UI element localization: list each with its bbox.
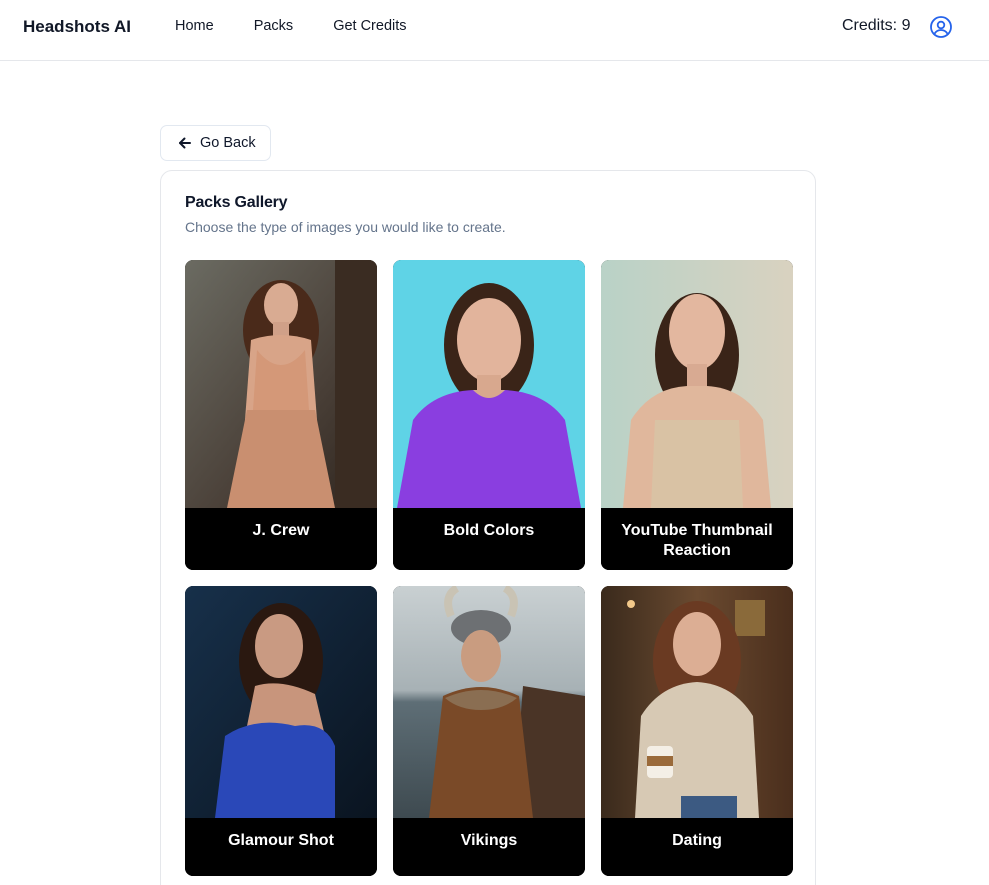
packs-gallery-card: Packs Gallery Choose the type of images … — [160, 170, 816, 885]
pack-image-bold-colors — [393, 260, 585, 508]
pack-image-glamour-shot — [185, 586, 377, 818]
packs-grid: J. Crew Bold Colors YouTube Thumbnail Re… — [185, 260, 793, 876]
top-navbar: Headshots AI Home Packs Get Credits Cred… — [0, 0, 989, 61]
go-back-label: Go Back — [200, 135, 256, 151]
pack-card-glamour-shot[interactable]: Glamour Shot — [185, 586, 377, 876]
user-profile-icon[interactable] — [929, 15, 953, 39]
pack-label: Dating — [601, 818, 793, 876]
pack-image-vikings — [393, 586, 585, 818]
pack-label: YouTube Thumbnail Reaction — [601, 508, 793, 570]
pack-card-youtube-thumbnail-reaction[interactable]: YouTube Thumbnail Reaction — [601, 260, 793, 570]
pack-label: Vikings — [393, 818, 585, 876]
pack-card-dating[interactable]: Dating — [601, 586, 793, 876]
gallery-subtitle: Choose the type of images you would like… — [185, 219, 506, 235]
nav-link-packs[interactable]: Packs — [254, 18, 294, 34]
nav-link-get-credits[interactable]: Get Credits — [333, 18, 406, 34]
pack-card-vikings[interactable]: Vikings — [393, 586, 585, 876]
pack-image-j-crew — [185, 260, 377, 508]
go-back-button[interactable]: Go Back — [160, 125, 271, 161]
pack-image-dating — [601, 586, 793, 818]
pack-label: Glamour Shot — [185, 818, 377, 876]
pack-label: Bold Colors — [393, 508, 585, 570]
brand-logo[interactable]: Headshots AI — [23, 17, 131, 37]
pack-card-bold-colors[interactable]: Bold Colors — [393, 260, 585, 570]
pack-card-j-crew[interactable]: J. Crew — [185, 260, 377, 570]
arrow-left-icon — [179, 137, 191, 149]
credits-count: Credits: 9 — [842, 17, 911, 34]
pack-image-youtube-thumbnail-reaction — [601, 260, 793, 508]
gallery-title: Packs Gallery — [185, 194, 288, 211]
nav-link-home[interactable]: Home — [175, 18, 214, 34]
nav-links: Home Packs Get Credits — [175, 18, 407, 34]
pack-label: J. Crew — [185, 508, 377, 570]
